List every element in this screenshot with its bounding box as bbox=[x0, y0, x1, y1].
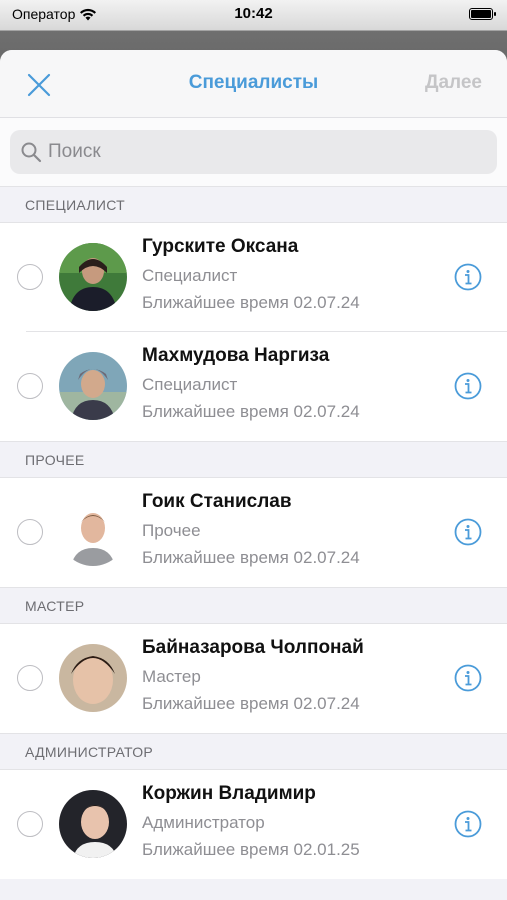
specialist-name: Махмудова Наргиза bbox=[142, 345, 330, 366]
specialist-name: Байназарова Чолпонай bbox=[142, 637, 364, 658]
info-icon[interactable] bbox=[454, 664, 482, 692]
specialist-name: Гурските Оксана bbox=[142, 236, 299, 257]
avatar bbox=[59, 498, 127, 566]
nearest-time: Ближайшее время 02.07.24 bbox=[142, 548, 360, 567]
avatar bbox=[59, 352, 127, 420]
select-radio[interactable] bbox=[17, 373, 43, 399]
nearest-time: Ближайшее время 02.07.24 bbox=[142, 293, 360, 312]
specialist-name: Гоик Станислав bbox=[142, 491, 292, 512]
list-item[interactable]: Махмудова Наргиза Специалист Ближайшее в… bbox=[0, 332, 507, 441]
info-icon[interactable] bbox=[454, 518, 482, 546]
section-header: ПРОЧЕЕ bbox=[0, 441, 507, 478]
specialist-role: Прочее bbox=[142, 521, 201, 540]
status-bar: Оператор 10:42 bbox=[0, 0, 507, 30]
clock: 10:42 bbox=[234, 5, 273, 22]
specialist-name: Коржин Владимир bbox=[142, 783, 316, 804]
info-icon[interactable] bbox=[454, 263, 482, 291]
battery-icon bbox=[469, 8, 496, 20]
list-item[interactable]: Гоик Станислав Прочее Ближайшее время 02… bbox=[0, 478, 507, 587]
select-radio[interactable] bbox=[17, 811, 43, 837]
info-icon[interactable] bbox=[454, 810, 482, 838]
list-item[interactable]: Коржин Владимир Администратор Ближайшее … bbox=[0, 770, 507, 879]
select-radio[interactable] bbox=[17, 519, 43, 545]
section-header: СПЕЦИАЛИСТ bbox=[0, 186, 507, 223]
avatar bbox=[59, 243, 127, 311]
search-bar[interactable] bbox=[10, 130, 497, 174]
search-icon bbox=[21, 142, 42, 163]
select-radio[interactable] bbox=[17, 665, 43, 691]
specialist-role: Специалист bbox=[142, 375, 238, 394]
specialists-sheet: Специалисты Далее СПЕЦИАЛИСТ Гурските Ок… bbox=[0, 50, 507, 900]
search-container bbox=[0, 118, 507, 186]
next-button[interactable]: Далее bbox=[425, 72, 482, 94]
info-icon[interactable] bbox=[454, 372, 482, 400]
specialist-role: Специалист bbox=[142, 266, 238, 285]
nearest-time: Ближайшее время 02.01.25 bbox=[142, 840, 360, 859]
specialist-role: Администратор bbox=[142, 813, 265, 832]
list-item[interactable]: Гурските Оксана Специалист Ближайшее вре… bbox=[0, 223, 507, 332]
specialist-role: Мастер bbox=[142, 667, 201, 686]
section-header: МАСТЕР bbox=[0, 587, 507, 624]
avatar bbox=[59, 790, 127, 858]
avatar bbox=[59, 644, 127, 712]
select-radio[interactable] bbox=[17, 264, 43, 290]
nearest-time: Ближайшее время 02.07.24 bbox=[142, 694, 360, 713]
nearest-time: Ближайшее время 02.07.24 bbox=[142, 402, 360, 421]
search-input[interactable] bbox=[48, 141, 468, 163]
list-item[interactable]: Байназарова Чолпонай Мастер Ближайшее вр… bbox=[0, 624, 507, 733]
nav-bar: Специалисты Далее bbox=[0, 50, 507, 118]
section-header: АДМИНИСТРАТОР bbox=[0, 733, 507, 770]
